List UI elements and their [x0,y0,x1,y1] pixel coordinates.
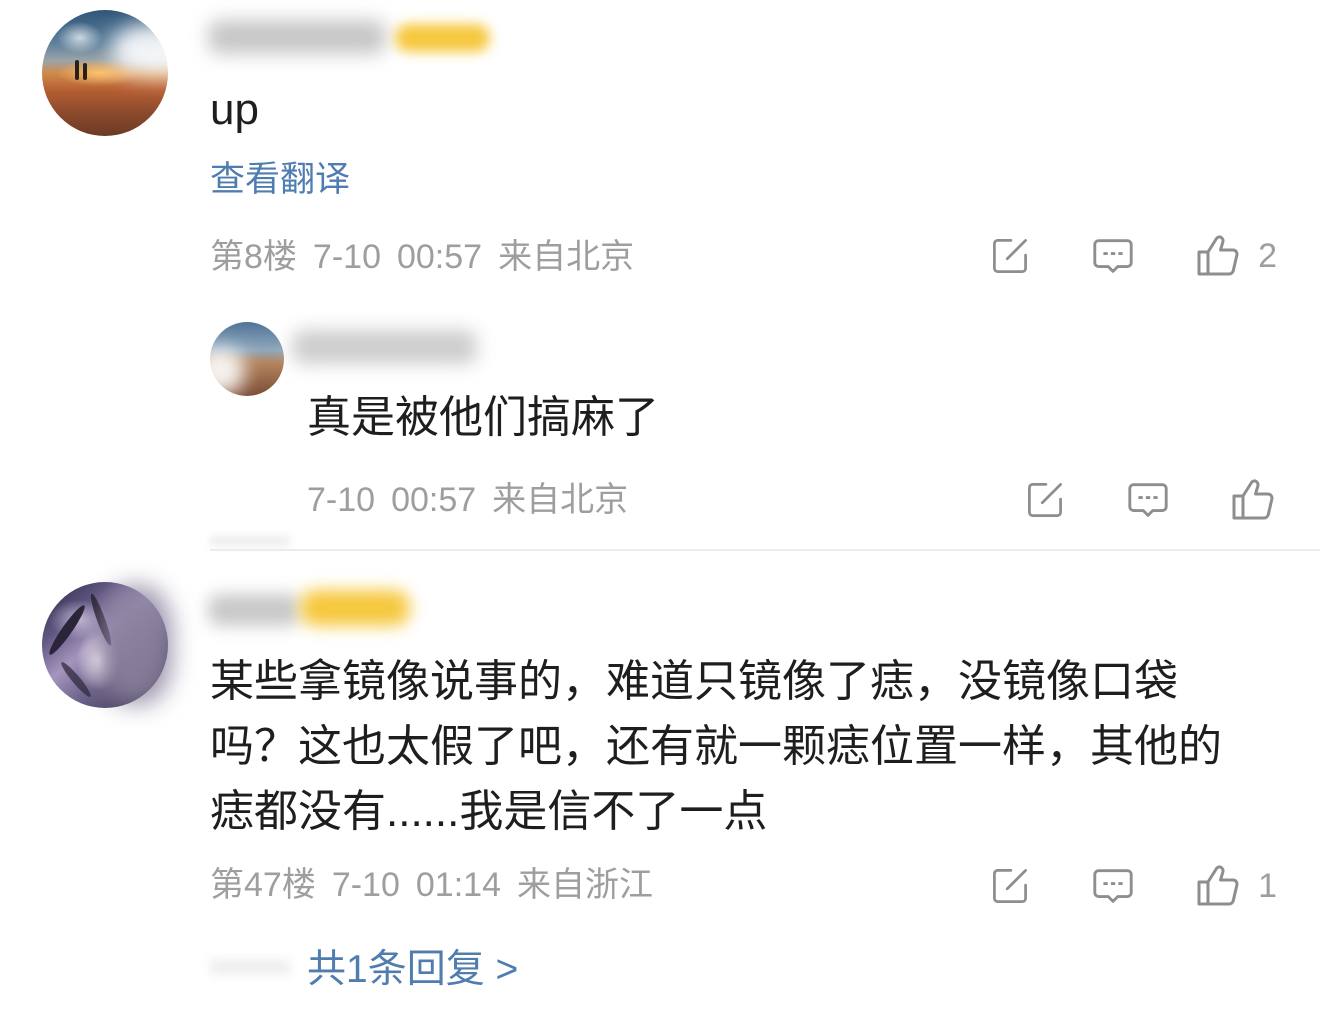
comment-date: 7-10 [331,866,400,904]
reply-button[interactable] [1090,232,1136,280]
comment-time: 01:14 [415,866,501,904]
comment-location: 来自浙江 [516,866,653,904]
comment-icon[interactable] [1090,233,1136,279]
username-blurred[interactable] [208,20,386,54]
user-avatar[interactable] [42,10,168,136]
thumbs-up-icon[interactable] [1229,476,1277,524]
like-button[interactable]: 1 [1194,862,1277,910]
comment-meta: 第47楼 7-10 01:14 来自浙江 [210,865,653,905]
avatar-detail [87,592,115,647]
comment-actions: 1 [988,862,1277,910]
floor-number: 第47楼 [210,866,316,904]
repost-button[interactable] [1023,476,1067,524]
repost-icon[interactable] [988,234,1032,278]
like-count: 2 [1258,237,1277,275]
blur-artifact [210,960,290,974]
comment-meta: 第8楼 7-10 00:57 来自北京 [210,237,634,277]
comment-icon[interactable] [1090,863,1136,909]
repost-button[interactable] [988,862,1032,910]
reply-time: 00:57 [391,481,477,519]
username-blurred[interactable] [208,594,300,626]
avatar-detail [58,659,94,700]
like-button[interactable]: 2 [1194,232,1277,280]
floor-number: 第8楼 [210,238,297,276]
comment-icon[interactable] [1125,477,1171,523]
member-badge-blurred[interactable] [395,24,490,52]
blur-artifact [210,536,290,546]
reply-meta: 7-10 00:57 来自北京 [307,480,628,520]
repost-button[interactable] [988,232,1032,280]
reply-username-blurred[interactable] [292,330,477,364]
like-count: 1 [1258,867,1277,905]
comment-location: 来自北京 [498,238,635,276]
reply-user-avatar[interactable] [210,322,284,396]
thumbs-up-icon[interactable] [1194,232,1242,280]
reply-actions [1023,476,1277,524]
view-translation-link[interactable]: 查看翻译 [210,159,350,201]
reply-text: 真是被他们搞麻了 [307,393,659,442]
user-avatar[interactable] [42,582,168,708]
avatar-figure [75,60,79,80]
repost-icon[interactable] [988,864,1032,908]
comment-text: up [210,85,259,134]
like-button[interactable] [1229,476,1277,524]
comment-actions: 2 [988,232,1277,280]
repost-icon[interactable] [1023,478,1067,522]
avatar-detail [45,602,89,658]
reply-date: 7-10 [307,481,376,519]
reply-button[interactable] [1090,862,1136,910]
view-replies-link[interactable]: 共1条回复 > [307,946,518,994]
comment-time: 00:57 [396,238,483,276]
comment-divider [210,549,1320,551]
reply-button[interactable] [1125,476,1171,524]
member-badge-blurred[interactable] [300,590,410,626]
thumbs-up-icon[interactable] [1194,862,1242,910]
comment-date: 7-10 [312,238,381,276]
comment-text: 某些拿镜像说事的，难道只镜像了痣，没镜像口袋吗？这也太假了吧，还有就一颗痣位置一… [210,657,1222,836]
avatar-figure [83,63,87,80]
reply-location: 来自北京 [492,481,629,519]
